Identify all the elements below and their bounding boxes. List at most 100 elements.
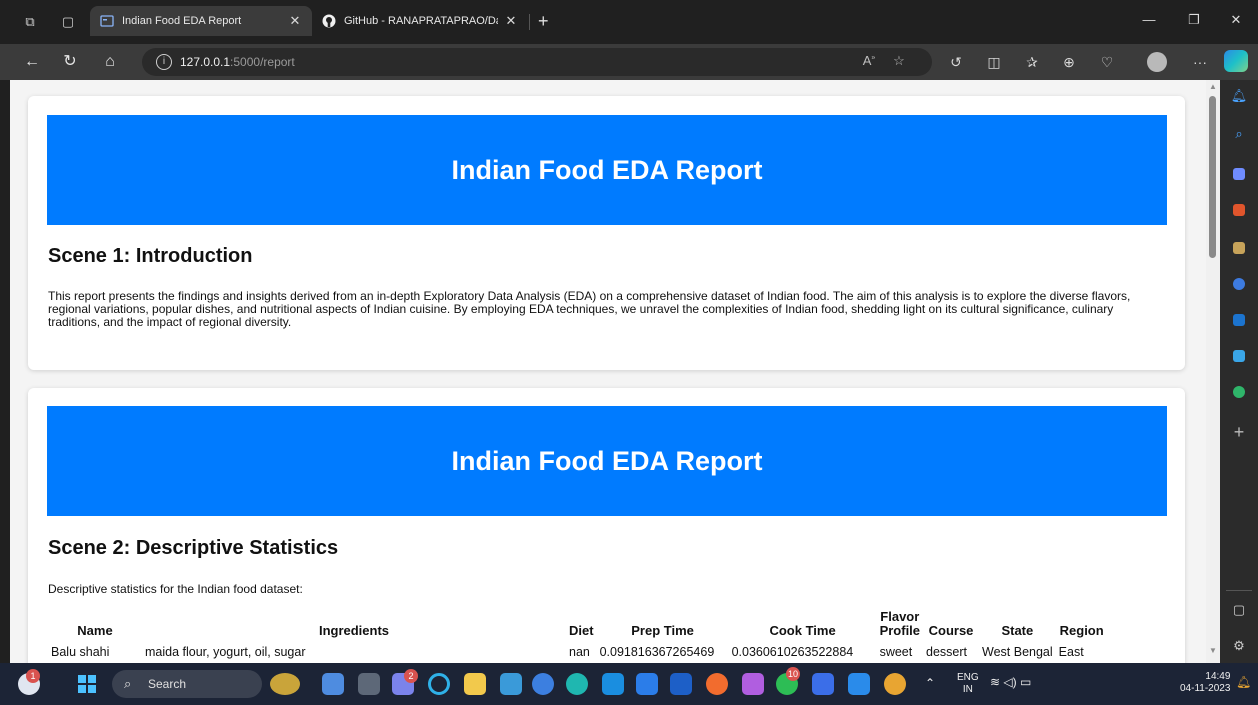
close-tab-icon[interactable]: ✕ — [288, 13, 302, 29]
cortana-icon[interactable] — [428, 673, 450, 695]
more-options-icon[interactable]: ··· — [1190, 54, 1210, 70]
page-scrollbar[interactable]: ▲ ▼ — [1206, 80, 1220, 663]
column-header: Prep Time — [631, 623, 694, 638]
column-header: Diet — [569, 623, 594, 638]
clock[interactable]: 14:49 04-11-2023 — [1180, 671, 1230, 695]
close-tab-icon[interactable]: ✕ — [504, 13, 518, 29]
restore-icon[interactable]: ❐ — [1184, 12, 1204, 28]
read-aloud-icon[interactable]: A» — [860, 53, 878, 68]
app-icon[interactable] — [670, 673, 692, 695]
windows-start-icon[interactable] — [78, 675, 96, 693]
app-icon[interactable] — [532, 673, 554, 695]
tab-indian-food-eda[interactable]: Indian Food EDA Report ✕ — [90, 6, 312, 36]
tab-actions-icon[interactable]: ▢ — [60, 14, 76, 30]
table-row: Balu shahi maida flour, yogurt, oil, sug… — [48, 642, 1108, 659]
clock-date: 04-11-2023 — [1180, 683, 1231, 694]
tools-briefcase-icon[interactable] — [1233, 204, 1245, 216]
table-header-row: Name Ingredients Diet Prep Time Cook Tim… — [48, 608, 1108, 642]
copilot-taskbar-icon[interactable] — [322, 673, 344, 695]
games-icon[interactable] — [1233, 242, 1245, 254]
scene-title: Scene 1: Introduction — [48, 245, 253, 267]
url-text[interactable]: 127.0.0.1:5000/report — [180, 55, 295, 69]
column-header: State — [1001, 623, 1034, 638]
search-icon[interactable]: ⌕ — [1229, 124, 1249, 144]
cell-ingredients: maida flour, yogurt, oil, sugar — [145, 645, 306, 659]
scroll-thumb[interactable] — [1209, 96, 1216, 258]
file-explorer-icon[interactable] — [464, 673, 486, 695]
cell-name: Balu shahi — [51, 645, 110, 659]
minimize-icon[interactable]: — — [1139, 12, 1159, 27]
scene-title: Scene 2: Descriptive Statistics — [48, 537, 339, 559]
refresh-extension-icon[interactable]: ↺ — [946, 54, 966, 71]
github-icon — [322, 14, 336, 28]
chat-badge: 2 — [404, 669, 418, 683]
microsoft-365-icon[interactable] — [1233, 278, 1245, 290]
column-header: Cook Time — [769, 623, 836, 638]
refresh-icon[interactable]: ↻ — [60, 52, 80, 72]
add-sidebar-app-icon[interactable]: + — [1229, 422, 1249, 442]
home-icon[interactable]: ⌂ — [100, 52, 120, 72]
app-l-icon[interactable] — [636, 673, 658, 695]
cell-state: West Bengal — [982, 645, 1053, 659]
column-header: Ingredients — [318, 623, 390, 638]
notifications-bell-icon[interactable]: 🔔︎ — [1229, 86, 1249, 106]
language-indicator[interactable]: ENG IN — [957, 672, 979, 696]
outlook-icon[interactable] — [1233, 314, 1245, 326]
workspaces-icon[interactable]: ⧉ — [22, 14, 38, 30]
scene-card-introduction: Indian Food EDA Report Scene 1: Introduc… — [28, 96, 1185, 370]
site-info-icon[interactable]: i — [156, 54, 172, 70]
split-screen-icon[interactable]: ◫ — [984, 54, 1004, 71]
language-code: ENG — [957, 672, 979, 683]
collections-icon[interactable]: ⊕ — [1059, 54, 1079, 71]
tab-github[interactable]: GitHub - RANAPRATAPRAO/Data ✕ — [312, 6, 528, 36]
column-header: Flavor Profile — [879, 609, 921, 638]
telegram-icon[interactable] — [1233, 350, 1245, 362]
profile-avatar[interactable] — [1147, 52, 1167, 72]
windows-taskbar: 1 ⌕ Search 2 10 ⌃ ENG IN ≋ ◁) ▭ 14:49 04… — [0, 663, 1258, 705]
taskbar-search-box[interactable]: ⌕ Search — [112, 670, 262, 698]
weather-badge: 1 — [26, 669, 40, 683]
tab-title: GitHub - RANAPRATAPRAO/Data — [344, 15, 498, 27]
column-header: Region — [1059, 623, 1104, 638]
cell-diet: nan — [569, 645, 590, 659]
vscode-icon[interactable] — [848, 673, 870, 695]
scroll-down-icon[interactable]: ▼ — [1209, 646, 1217, 655]
chrome-icon[interactable] — [884, 673, 906, 695]
copilot-icon[interactable] — [1224, 50, 1248, 72]
search-highlight-icon[interactable] — [270, 673, 300, 695]
report-banner: Indian Food EDA Report — [47, 406, 1167, 516]
show-hidden-icons-icon[interactable]: ⌃ — [925, 677, 935, 689]
cell-prep-time: 0.091816367265469 — [599, 645, 715, 659]
hide-sidebar-icon[interactable]: ▢ — [1229, 600, 1249, 620]
firefox-icon[interactable] — [706, 673, 728, 695]
cell-course: dessert — [926, 645, 968, 659]
app-icon[interactable] — [812, 673, 834, 695]
column-header: Name — [77, 623, 113, 638]
new-tab-icon[interactable]: + — [538, 12, 549, 30]
notification-bell-icon[interactable]: 🔔︎ — [1236, 676, 1251, 688]
shopping-tag-icon[interactable] — [1233, 168, 1245, 180]
search-label: Search — [148, 677, 187, 691]
descriptive-stats-table: Name Ingredients Diet Prep Time Cook Tim… — [48, 608, 1108, 660]
page-favicon-icon — [100, 15, 114, 27]
close-window-icon[interactable]: ✕ — [1226, 12, 1246, 28]
sidebar-settings-gear-icon[interactable]: ⚙ — [1229, 636, 1249, 656]
back-icon[interactable]: ← — [22, 52, 42, 72]
task-view-icon[interactable] — [358, 673, 380, 695]
language-region: IN — [962, 684, 973, 695]
cell-flavor-profile: sweet — [879, 645, 913, 659]
drop-icon[interactable] — [1233, 386, 1245, 398]
scroll-up-icon[interactable]: ▲ — [1209, 82, 1217, 91]
report-banner: Indian Food EDA Report — [47, 115, 1167, 225]
favorites-icon[interactable]: ✰ — [1022, 54, 1042, 71]
wifi-volume-battery-icon[interactable]: ≋ ◁) ▭ — [990, 676, 1031, 688]
edge-icon[interactable] — [566, 673, 588, 695]
browser-essentials-icon[interactable]: ♡ — [1097, 54, 1117, 71]
app-icon[interactable] — [742, 673, 764, 695]
app-icon[interactable] — [500, 673, 522, 695]
favorite-star-icon[interactable]: ☆ — [890, 53, 908, 69]
address-bar[interactable]: i 127.0.0.1:5000/report A» ☆ — [142, 48, 932, 76]
page-viewport: Indian Food EDA Report Scene 1: Introduc… — [10, 80, 1206, 663]
tab-title: Indian Food EDA Report — [122, 15, 242, 27]
mail-icon[interactable] — [602, 673, 624, 695]
